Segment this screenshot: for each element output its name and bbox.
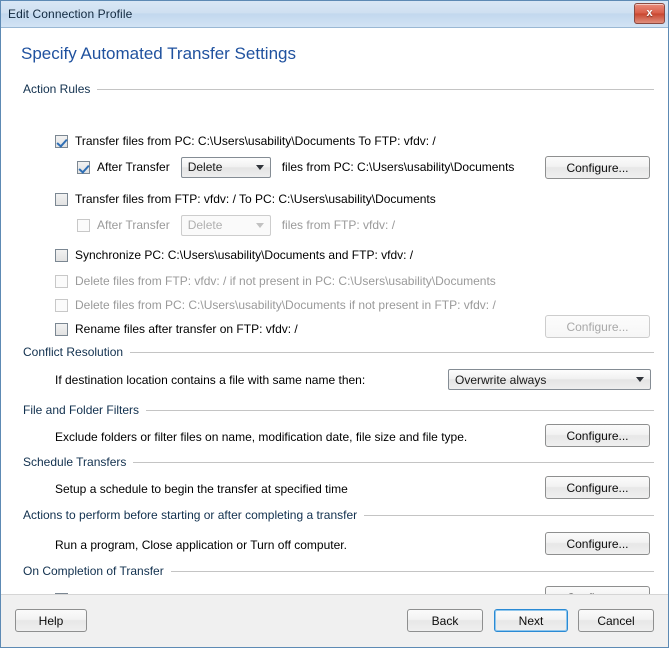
conflict-resolution-prompt: If destination location contains a file …: [55, 373, 365, 387]
rule-download-after-transfer-row: After Transfer Delete files from FTP: vf…: [77, 216, 395, 234]
conflict-resolution-prompt-row: If destination location contains a file …: [55, 371, 365, 389]
group-label: Actions to perform before starting or af…: [23, 508, 364, 522]
window-title: Edit Connection Profile: [8, 7, 132, 21]
close-icon-glyph: x: [646, 8, 652, 19]
configure-button-schedule-transfers[interactable]: Configure...: [545, 476, 650, 499]
checkbox-after-transfer-upload[interactable]: [77, 161, 90, 174]
title-bar: Edit Connection Profile x: [1, 1, 668, 28]
group-rule-line: [133, 462, 654, 463]
chevron-down-icon: [256, 223, 264, 228]
checkbox-delete-files-from-pc: [55, 299, 68, 312]
after-transfer-upload-action-value: Delete: [188, 160, 250, 174]
help-button[interactable]: Help: [15, 609, 87, 632]
configure-button-label: Configure...: [566, 320, 628, 334]
rule-download-label: Transfer files from FTP: vfdv: / To PC: …: [75, 192, 436, 206]
back-button[interactable]: Back: [407, 609, 483, 632]
checkbox-transfer-ftp-to-pc[interactable]: [55, 193, 68, 206]
after-transfer-upload-suffix: files from PC: C:\Users\usability\Docume…: [282, 160, 515, 174]
group-header-on-completion: On Completion of Transfer: [23, 564, 654, 578]
configure-button-transfer-report[interactable]: Configure...: [545, 586, 650, 594]
conflict-resolution-value: Overwrite always: [455, 373, 630, 387]
configure-button-label: Configure...: [566, 161, 628, 175]
help-button-label: Help: [39, 614, 64, 628]
checkbox-delete-files-from-ftp: [55, 275, 68, 288]
group-label: Schedule Transfers: [23, 455, 133, 469]
page-content: Specify Automated Transfer Settings Acti…: [1, 28, 668, 594]
back-button-label: Back: [432, 614, 459, 628]
configure-button-actions-before-after[interactable]: Configure...: [545, 532, 650, 555]
edit-connection-profile-window: Edit Connection Profile x Specify Automa…: [0, 0, 669, 648]
configure-button-upload-rule[interactable]: Configure...: [545, 156, 650, 179]
checkbox-synchronize[interactable]: [55, 249, 68, 262]
group-header-file-folder-filters: File and Folder Filters: [23, 403, 654, 417]
rule-delete-pc-row: Delete files from PC: C:\Users\usability…: [55, 296, 496, 314]
after-transfer-download-suffix: files from FTP: vfdv: /: [282, 218, 395, 232]
group-label: Action Rules: [23, 82, 97, 96]
actions-before-after-description-row: Run a program, Close application or Turn…: [55, 536, 347, 554]
checkbox-after-transfer-download: [77, 219, 90, 232]
dialog-footer: Help Back Next Cancel: [1, 594, 668, 647]
checkbox-transfer-pc-to-ftp[interactable]: [55, 135, 68, 148]
configure-button-label: Configure...: [566, 537, 628, 551]
after-transfer-upload-label: After Transfer: [97, 160, 170, 174]
rule-delete-ftp-row: Delete files from FTP: vfdv: / if not pr…: [55, 272, 496, 290]
configure-button-file-folder-filters[interactable]: Configure...: [545, 424, 650, 447]
rule-upload-label: Transfer files from PC: C:\Users\usabili…: [75, 134, 436, 148]
rule-delete-pc-label: Delete files from PC: C:\Users\usability…: [75, 298, 496, 312]
file-folder-filters-description-row: Exclude folders or filter files on name,…: [55, 428, 467, 446]
rule-download-row[interactable]: Transfer files from FTP: vfdv: / To PC: …: [55, 190, 436, 208]
next-button[interactable]: Next: [494, 609, 568, 632]
rule-rename-row[interactable]: Rename files after transfer on FTP: vfdv…: [55, 320, 298, 338]
group-header-schedule-transfers: Schedule Transfers: [23, 455, 654, 469]
group-label: On Completion of Transfer: [23, 564, 171, 578]
schedule-transfers-description: Setup a schedule to begin the transfer a…: [55, 482, 348, 496]
group-header-actions-before-after: Actions to perform before starting or af…: [23, 508, 654, 522]
after-transfer-download-action-select: Delete: [181, 215, 271, 236]
cancel-button-label: Cancel: [597, 614, 634, 628]
schedule-transfers-description-row: Setup a schedule to begin the transfer a…: [55, 480, 348, 498]
cancel-button[interactable]: Cancel: [578, 609, 654, 632]
page-title: Specify Automated Transfer Settings: [21, 44, 296, 64]
rule-delete-ftp-label: Delete files from FTP: vfdv: / if not pr…: [75, 274, 496, 288]
group-header-action-rules: Action Rules: [23, 82, 654, 96]
group-rule-line: [171, 571, 654, 572]
rule-rename-label: Rename files after transfer on FTP: vfdv…: [75, 322, 298, 336]
group-label: Conflict Resolution: [23, 345, 130, 359]
group-rule-line: [130, 352, 654, 353]
file-folder-filters-description: Exclude folders or filter files on name,…: [55, 430, 467, 444]
group-header-conflict-resolution: Conflict Resolution: [23, 345, 654, 359]
group-label: File and Folder Filters: [23, 403, 146, 417]
configure-button-label: Configure...: [566, 481, 628, 495]
group-rule-line: [146, 410, 654, 411]
checkbox-rename-after-transfer[interactable]: [55, 323, 68, 336]
after-transfer-download-label: After Transfer: [97, 218, 170, 232]
group-rule-line: [97, 89, 654, 90]
next-button-label: Next: [519, 614, 544, 628]
rule-synchronize-label: Synchronize PC: C:\Users\usability\Docum…: [75, 248, 413, 262]
rule-upload-after-transfer-row[interactable]: After Transfer Delete files from PC: C:\…: [77, 158, 514, 176]
chevron-down-icon: [636, 377, 644, 382]
configure-button-label: Configure...: [566, 429, 628, 443]
group-rule-line: [364, 515, 654, 516]
actions-before-after-description: Run a program, Close application or Turn…: [55, 538, 347, 552]
configure-button-rename-rule: Configure...: [545, 315, 650, 338]
chevron-down-icon: [256, 165, 264, 170]
rule-upload-row[interactable]: Transfer files from PC: C:\Users\usabili…: [55, 132, 436, 150]
after-transfer-upload-action-select[interactable]: Delete: [181, 157, 271, 178]
close-icon[interactable]: x: [634, 3, 665, 24]
after-transfer-download-action-value: Delete: [188, 218, 250, 232]
conflict-resolution-select[interactable]: Overwrite always: [448, 369, 651, 390]
rule-synchronize-row[interactable]: Synchronize PC: C:\Users\usability\Docum…: [55, 246, 413, 264]
